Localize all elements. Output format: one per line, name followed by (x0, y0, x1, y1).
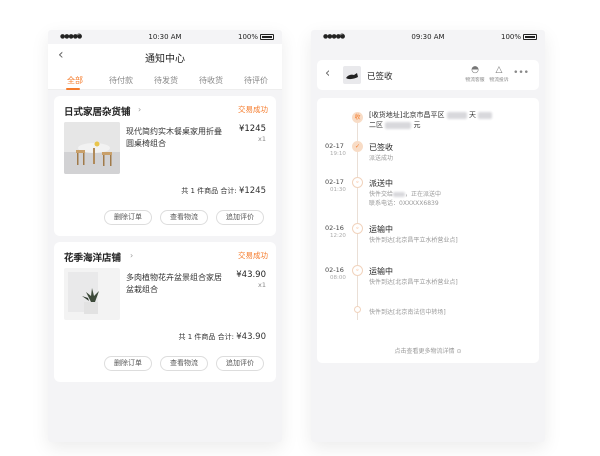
order-card[interactable]: 日式家居杂货铺 › 交易成功 现代简约实木餐桌家用折叠圆桌椅组合 ¥1245 x… (54, 96, 276, 236)
redacted-text (385, 121, 412, 129)
address-icon: 收 (352, 112, 363, 123)
nav-bar: ‹ 通知中心 (48, 44, 282, 68)
tab-all[interactable]: 全部 (67, 75, 83, 86)
view-logistics-button[interactable]: 查看物流 (160, 210, 208, 225)
add-review-button[interactable]: 追加评价 (216, 356, 264, 371)
redacted-text (446, 111, 467, 119)
order-status: 交易成功 (238, 105, 268, 114)
delete-order-button[interactable]: 删除订单 (104, 356, 152, 371)
summary-total: ¥1245 (238, 186, 266, 196)
event-date: 02-16 (325, 224, 344, 232)
event-time: 19:10 (330, 151, 346, 157)
order-tabs: 全部 待付款 待发货 待收货 待评价 (48, 68, 282, 90)
chevron-right-icon: › (138, 105, 142, 114)
product-image[interactable] (64, 268, 120, 320)
event-desc-part: 快件交给 (369, 191, 394, 198)
order-summary: 共 1 件商品 合计: ¥43.90 (179, 332, 266, 342)
view-logistics-button[interactable]: 查看物流 (160, 356, 208, 371)
page-title: 通知中心 (145, 54, 185, 65)
product-name[interactable]: 多肉植物花卉盆景组合家居盆栽组合 (126, 272, 222, 296)
event-title: 运输中 (369, 225, 393, 234)
event-contact: 联系电话：0XXXXX6839 (369, 198, 439, 207)
event-desc-part: ，正在派送中 (405, 191, 442, 198)
product-image[interactable] (64, 122, 120, 174)
event-desc: 快件到达[北京南法信中转场] (369, 309, 446, 316)
shop-name: 日式家居杂货铺 (64, 107, 131, 118)
order-list-screen: ●●●●● ◠ 10:30 AM 100% ‹ 通知中心 全部 待付款 待发货 … (48, 30, 282, 442)
event-title: 派送中 (369, 179, 393, 188)
address-line2-end: 元 (413, 121, 421, 129)
product-price: ¥1245 (238, 124, 266, 134)
address-line2: 二区 (369, 121, 383, 129)
address-line1-end: 天 (468, 111, 476, 119)
delivery-status-title: 已签收 (367, 72, 393, 82)
tab-pending-payment[interactable]: 待付款 (109, 75, 133, 86)
order-summary: 共 1 件商品 合计: ¥1245 (181, 186, 266, 196)
headset-icon: ◓ (471, 65, 479, 75)
view-more-logistics-link[interactable]: 点击查看更多物流详情 ⊙ (317, 346, 539, 355)
battery-percent: 100% (500, 33, 521, 41)
active-tab-indicator (66, 88, 80, 90)
delivery-address: [收货地址]北京市昌平区 天 二区 元 (369, 110, 529, 130)
event-date: 02-16 (325, 266, 344, 274)
event-desc: 快件到达[北京昌平立水桥营业点] (369, 279, 458, 286)
product-quantity: x1 (258, 135, 266, 143)
logistics-complaint-label: 物流投诉 (489, 78, 509, 83)
back-icon[interactable]: ‹ (325, 66, 330, 81)
summary-count: 共 1 件商品 (181, 187, 219, 195)
product-price: ¥43.90 (236, 270, 266, 280)
logistics-service-label: 物流客服 (465, 78, 485, 83)
order-card[interactable]: 花季海洋店铺 › 交易成功 多肉植物花卉盆景组合家居盆栽组合 ¥43.90 x1… (54, 242, 276, 382)
battery-percent: 100% (237, 33, 258, 41)
event-desc: 快件到达[北京昌平立水桥营业点] (369, 237, 458, 244)
event-date: 02-17 (325, 142, 344, 150)
chevron-circle-icon: ⊙ (456, 348, 462, 355)
delivery-icon: ◦ (352, 177, 363, 188)
event-date: 02-17 (325, 178, 344, 186)
transit-icon: ◦ (352, 265, 363, 276)
tab-pending-review[interactable]: 待评价 (244, 75, 268, 86)
summary-total: ¥43.90 (236, 332, 266, 342)
logistics-header: ‹ 已签收 ◓ 物流客服 △ 物流投诉 ••• (317, 60, 539, 90)
event-desc: 派送成功 (369, 155, 394, 162)
summary-total-label: 合计: (217, 333, 235, 341)
event-time: 01:30 (330, 187, 346, 193)
contact-label: 联系电话： (369, 200, 400, 207)
battery-icon (523, 34, 537, 40)
shop-name: 花季海洋店铺 (64, 253, 122, 264)
tab-pending-receipt[interactable]: 待收货 (199, 75, 223, 86)
event-time: 08:00 (330, 275, 346, 281)
transit-icon: ◦ (352, 223, 363, 234)
summary-total-label: 合计: (220, 187, 237, 195)
address-line1: [收货地址]北京市昌平区 (369, 111, 445, 119)
chevron-right-icon: › (130, 251, 134, 260)
order-status: 交易成功 (238, 251, 268, 260)
battery-icon (260, 34, 274, 40)
view-more-label: 点击查看更多物流详情 (394, 348, 455, 355)
event-title: 运输中 (369, 267, 393, 276)
logistics-detail-screen: ●●●●● ◠ 09:30 AM 100% ‹ 已签收 ◓ 物流客服 △ 物流投… (311, 30, 545, 442)
event-desc: 快件交给 ，正在派送中 (369, 189, 441, 198)
add-review-button[interactable]: 追加评价 (216, 210, 264, 225)
contact-phone[interactable]: 0XXXXX6839 (399, 200, 439, 207)
logistics-timeline: 收 [收货地址]北京市昌平区 天 二区 元 02-17 19:10 ✓ 已签收 … (317, 98, 539, 363)
logistics-complaint-button[interactable]: △ 物流投诉 (487, 65, 511, 83)
product-thumbnail (343, 66, 361, 84)
timeline-dot (354, 306, 361, 313)
summary-count: 共 1 件商品 (178, 333, 216, 341)
tab-pending-shipment[interactable]: 待发货 (154, 75, 178, 86)
event-time: 12:20 (330, 233, 346, 239)
status-bar: ●●●●● ◠ 09:30 AM 100% (311, 30, 545, 44)
check-icon: ✓ (352, 141, 363, 152)
event-title: 已签收 (369, 143, 393, 152)
warning-icon: △ (495, 65, 503, 75)
product-name[interactable]: 现代简约实木餐桌家用折叠圆桌椅组合 (126, 126, 222, 150)
redacted-text (478, 111, 493, 119)
delete-order-button[interactable]: 删除订单 (104, 210, 152, 225)
more-icon[interactable]: ••• (513, 68, 529, 78)
logistics-service-button[interactable]: ◓ 物流客服 (463, 65, 487, 83)
status-bar: ●●●●● ◠ 10:30 AM 100% (48, 30, 282, 44)
redacted-text (393, 192, 406, 197)
product-quantity: x1 (258, 281, 266, 289)
